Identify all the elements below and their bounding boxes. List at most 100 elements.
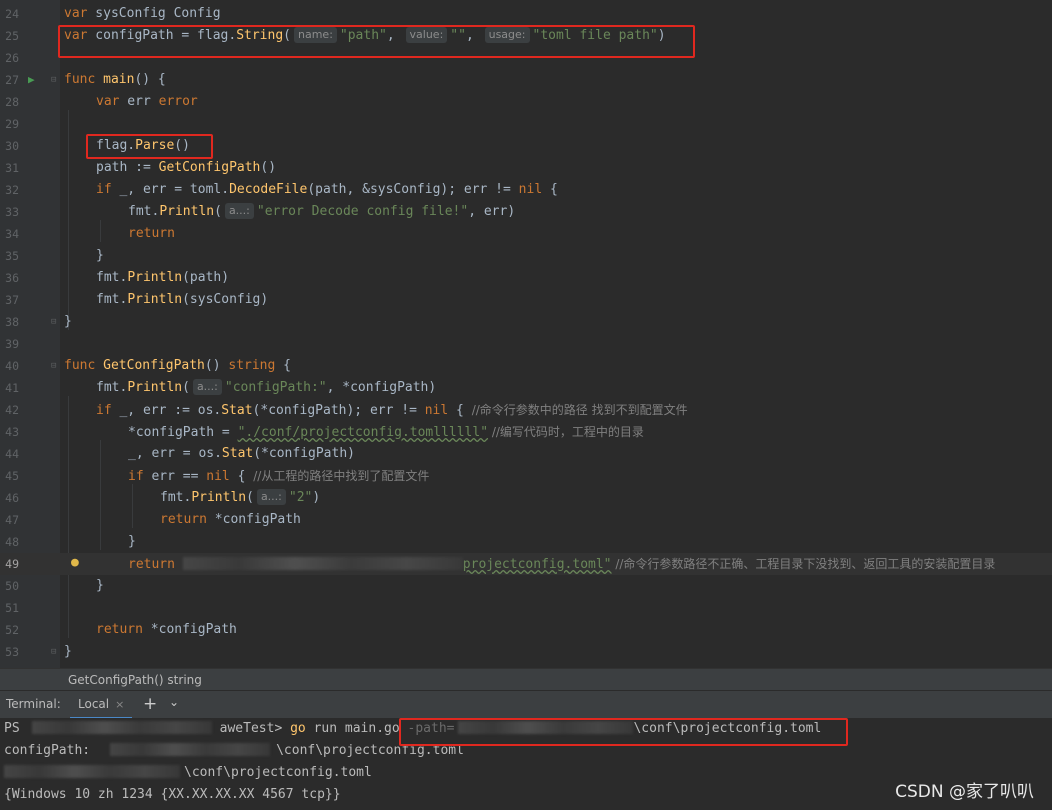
annotation-box — [399, 718, 848, 746]
tab-local[interactable]: Local × — [70, 691, 133, 720]
code-line[interactable]: 39 — [0, 333, 1052, 355]
function-call: Stat — [221, 446, 254, 461]
code-line[interactable]: 41 fmt.Println(a...: "configPath:", *conf… — [0, 377, 1052, 399]
code-line[interactable]: 28 var err error — [0, 91, 1052, 113]
code-line[interactable]: 43 *configPath = "./conf/projectconfig.t… — [0, 421, 1052, 443]
identifier: path := — [96, 160, 159, 175]
code-line[interactable]: 36 fmt.Println(path) — [0, 267, 1052, 289]
terminal-toolbar: Terminal: Local × + ⌄ — [0, 690, 1052, 720]
brace: } — [128, 534, 136, 549]
comment: //命令行参数路径不正确、工程目录下没找到、返回工具的安装配置目录 — [611, 557, 996, 571]
code-line[interactable]: 45 if err == nil { //从工程的路径中找到了配置文件 — [0, 465, 1052, 487]
line-number: 35 — [5, 249, 19, 263]
identifier: _, err := os. — [111, 403, 222, 418]
code-line[interactable]: 40 ⊟ func GetConfigPath() string { — [0, 355, 1052, 377]
param-hint: a...: — [256, 489, 286, 505]
code-editor[interactable]: 24 var sysConfig Config 25 var configPat… — [0, 0, 1052, 668]
line-number: 44 — [5, 447, 19, 461]
bulb-icon[interactable]: ● — [71, 552, 79, 574]
function-call: DecodeFile — [229, 182, 308, 197]
code-line-current[interactable]: 49 ● return projectconfig.toml" //命令行参数路… — [0, 553, 1052, 575]
line-number: 32 — [5, 183, 19, 197]
keyword: func — [64, 72, 96, 87]
redacted-path — [110, 743, 271, 756]
brace: } — [96, 578, 104, 593]
watermark: CSDN @家了叭叭 — [895, 782, 1034, 802]
fold-icon[interactable]: ⊟ — [51, 69, 56, 91]
args: , *configPath) — [326, 380, 437, 395]
code-line[interactable]: 42 if _, err := os.Stat(*configPath); er… — [0, 399, 1052, 421]
line-number: 39 — [5, 337, 19, 351]
keyword: nil — [206, 469, 230, 484]
chevron-down-icon[interactable]: ⌄ — [169, 695, 179, 709]
function-name: GetConfigPath — [103, 358, 205, 373]
function-call: Println — [191, 490, 247, 505]
keyword: return — [128, 557, 175, 572]
plus-icon[interactable]: + — [143, 694, 157, 714]
brace: { — [275, 358, 291, 373]
args: (sysConfig) — [182, 292, 269, 307]
prompt-dir: aweTest> — [219, 721, 283, 736]
output-label: configPath: — [4, 743, 91, 758]
code-line[interactable]: 31 path := GetConfigPath() — [0, 157, 1052, 179]
brace: { — [448, 403, 472, 418]
code-line[interactable]: 46 fmt.Println(a...: "2") — [0, 487, 1052, 509]
keyword: nil — [518, 182, 543, 197]
line-number: 24 — [5, 7, 19, 21]
prompt-prefix: PS — [4, 721, 20, 736]
code-line[interactable]: 24 var sysConfig Config — [0, 3, 1052, 25]
command: go — [290, 721, 306, 736]
string-literal: "configPath:" — [224, 380, 327, 395]
identifier: err == — [143, 469, 207, 484]
fold-icon[interactable]: ⊟ — [51, 355, 56, 377]
keyword: if — [96, 182, 112, 197]
code-line[interactable]: 38 ⊟ } — [0, 311, 1052, 333]
brace: } — [64, 644, 72, 659]
command-args: run main.go — [305, 721, 408, 736]
fold-icon[interactable]: ⊟ — [51, 311, 56, 333]
code-line[interactable]: 37 fmt.Println(sysConfig) — [0, 289, 1052, 311]
keyword: if — [96, 403, 112, 418]
line-number: 30 — [5, 139, 19, 153]
code-line[interactable]: 32 if _, err = toml.DecodeFile(path, &sy… — [0, 179, 1052, 201]
type-name: error — [158, 94, 198, 109]
close-icon[interactable]: × — [115, 698, 124, 711]
code-line[interactable]: 47 return *configPath — [0, 509, 1052, 531]
code-line[interactable]: 48 } — [0, 531, 1052, 553]
code-line[interactable]: 27 ▶ ⊟ func main() { — [0, 69, 1052, 91]
comment: //编写代码时，工程中的目录 — [488, 425, 644, 439]
brace: { — [229, 469, 254, 484]
string-literal: "./conf/projectconfig.tomllllll" — [237, 425, 489, 440]
code-line[interactable]: 53 ⊟ } — [0, 641, 1052, 663]
keyword: var — [64, 6, 88, 21]
package-ref: fmt. — [160, 490, 192, 505]
redacted-path — [4, 765, 180, 778]
code-line[interactable]: 50 } — [0, 575, 1052, 597]
code-line[interactable]: 34 return — [0, 223, 1052, 245]
line-number: 29 — [5, 117, 19, 131]
fold-icon[interactable]: ⊟ — [51, 641, 56, 663]
line-number: 26 — [5, 51, 19, 65]
args: (path) — [182, 270, 230, 285]
code-line[interactable]: 44 _, err = os.Stat(*configPath) — [0, 443, 1052, 465]
function-call: GetConfigPath — [158, 160, 261, 175]
keyword: var — [96, 94, 120, 109]
code-line[interactable]: 51 — [0, 597, 1052, 619]
breadcrumb[interactable]: GetConfigPath() string — [0, 668, 1052, 691]
terminal-line: {Windows 10 zh 1234 {XX.XX.XX.XX 4567 tc… — [4, 784, 341, 806]
string-literal: "error Decode config file!" — [256, 204, 469, 219]
code-line[interactable]: 29 — [0, 113, 1052, 135]
annotation-box — [86, 134, 213, 159]
terminal-line: configPath: \conf\projectconfig.toml — [4, 740, 464, 762]
line-number: 48 — [5, 535, 19, 549]
identifier: *configPath — [142, 622, 237, 637]
function-call: Println — [159, 204, 215, 219]
package-ref: fmt. — [96, 380, 128, 395]
args: (path, &sysConfig); err != — [307, 182, 519, 197]
code-line[interactable]: 35 } — [0, 245, 1052, 267]
code-line[interactable]: 52 return *configPath — [0, 619, 1052, 641]
run-icon[interactable]: ▶ — [28, 69, 35, 91]
breadcrumb-item[interactable]: GetConfigPath() string — [68, 673, 202, 687]
code-line[interactable]: 33 fmt.Println(a...: "error Decode config… — [0, 201, 1052, 223]
